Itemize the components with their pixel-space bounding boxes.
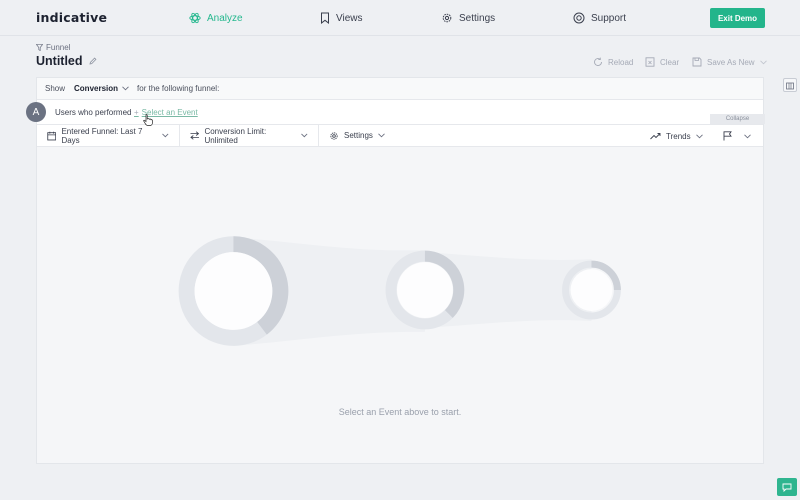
chat-widget-button[interactable] [777,478,797,496]
chat-bubble-icon [782,483,792,492]
flag-icon [723,131,732,141]
page-title: Untitled [36,54,83,68]
reload-label: Reload [608,57,634,67]
swap-arrows-icon [190,131,200,140]
nav-views-label: Views [336,12,363,24]
chevron-down-icon [378,133,385,138]
funnel-panel: Show Conversion for the following funnel… [36,77,765,464]
funnel-icon [36,44,43,51]
calendar-icon [47,131,57,140]
reload-button[interactable]: Reload [593,57,633,67]
page-title-wrap: Untitled [36,54,97,68]
side-panel-toggle[interactable] [783,78,797,92]
chevron-down-icon [759,59,767,64]
save-icon [692,57,702,67]
breadcrumb-label: Funnel [46,43,71,52]
nav-support[interactable]: Support [573,0,626,36]
lifebuoy-icon [573,12,585,24]
plus-icon: + [134,108,139,117]
show-row: Show Conversion for the following funnel… [37,78,763,100]
flag-dropdown[interactable] [723,125,751,147]
settings-dropdown[interactable]: Settings [319,125,395,146]
reload-icon [594,57,602,66]
entered-funnel-label: Entered Funnel: Last 7 Days [61,126,143,145]
funnel-ring-2-center [397,262,453,318]
entered-funnel-dropdown[interactable]: Entered Funnel: Last 7 Days [37,125,180,146]
chevron-down-icon [162,133,169,138]
pencil-icon[interactable] [88,57,97,65]
nav-views[interactable]: Views [320,0,363,36]
nav-analyze-label: Analyze [207,12,243,24]
clear-doc-icon [645,57,655,67]
exit-demo-button[interactable]: Exit Demo [710,8,765,28]
show-label: Show [45,84,66,93]
settings-label: Settings [344,131,373,140]
top-nav: indicative Analyze Views Settings Suppor… [0,0,800,36]
save-as-new-label: Save As New [707,57,755,67]
nav-settings[interactable]: Settings [441,0,495,36]
chevron-down-icon [301,133,308,138]
columns-icon [786,82,794,90]
collapse-button[interactable]: Collapse [710,114,765,124]
nav-settings-label: Settings [459,12,496,24]
app-logo[interactable]: indicative [36,10,107,25]
atom-icon [189,12,201,24]
users-performed-label: Users who performed [55,108,132,117]
chevron-down-icon [744,133,751,138]
nav-support-label: Support [591,12,627,24]
funnel-ring-3-center [570,269,613,311]
metric-dropdown[interactable]: Conversion [74,84,129,93]
trends-dropdown[interactable]: Trends [650,125,703,147]
trend-up-icon [650,133,661,140]
save-as-new-button[interactable]: Save As New [692,57,767,67]
chevron-down-icon [122,86,129,91]
nav-analyze[interactable]: Analyze [189,0,243,36]
metric-value: Conversion [74,84,119,93]
hand-cursor-icon [143,114,153,126]
funnel-step-badge: A [26,102,46,122]
gear-icon [330,131,338,140]
funnel-description: for the following funnel: [137,84,220,93]
breadcrumb: Funnel [36,43,70,52]
bookmark-icon [321,12,329,24]
empty-state-message: Select an Event above to start. [338,407,462,417]
trends-label: Trends [666,131,691,141]
conversion-limit-label: Conversion Limit: Unlimited [204,126,267,145]
funnel-ring-1-center [194,252,273,330]
clear-label: Clear [660,57,680,67]
clear-button[interactable]: Clear [645,57,679,67]
gear-icon [442,13,452,23]
filter-bar: Entered Funnel: Last 7 Days Conversion L… [37,125,763,147]
chevron-down-icon [695,133,703,138]
conversion-limit-dropdown[interactable]: Conversion Limit: Unlimited [180,125,319,146]
